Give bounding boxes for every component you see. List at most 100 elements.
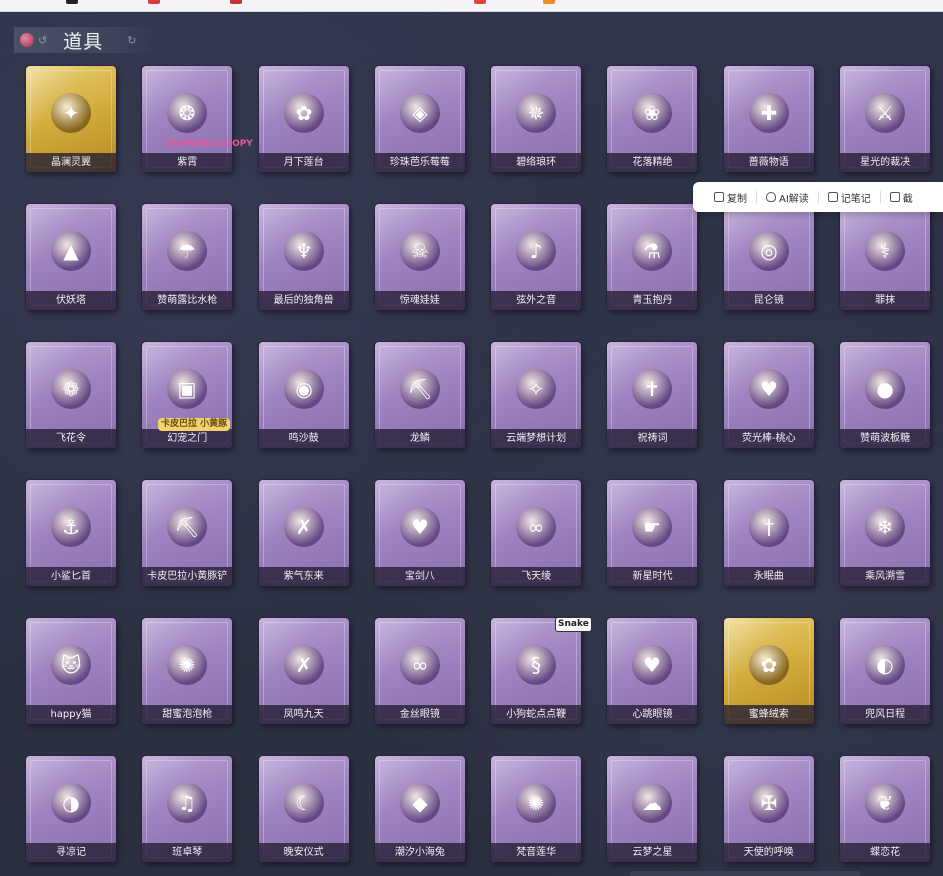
- item-card[interactable]: ♥ 心跳眼镜: [607, 618, 698, 724]
- item-card[interactable]: ⛏ 卡皮巴拉小黄豚铲: [142, 480, 233, 586]
- item-card[interactable]: ❦ 蝶恋花: [840, 756, 931, 862]
- item-label: 小鲨匕首: [26, 567, 116, 586]
- item-card[interactable]: 🐱 happy猫: [26, 618, 116, 724]
- heart-wand-icon: ♥: [740, 360, 798, 418]
- item-card[interactable]: ✝ 祝祷词: [607, 342, 698, 448]
- item-card[interactable]: ♆ 最后的独角兽: [258, 204, 349, 310]
- item-card[interactable]: ✿ 蜜蜂绒索: [723, 618, 814, 724]
- item-card[interactable]: ♪ 弦外之音: [491, 204, 582, 310]
- item-card[interactable]: ✠ 天使的呼唤: [723, 756, 814, 862]
- item-card[interactable]: ● 赞萌波板糖: [840, 342, 931, 448]
- item-label: 花落精绝: [607, 153, 698, 172]
- item-card[interactable]: ◐ 兜风日程: [840, 618, 931, 724]
- item-label: 甜蜜泡泡枪: [142, 705, 233, 724]
- flintlock-gun-icon: ⚔: [856, 84, 914, 142]
- item-card[interactable]: ✵ 碧络琅环: [491, 66, 582, 172]
- loopy-cap-icon: ◐: [856, 636, 914, 694]
- item-card[interactable]: ▲ 伏妖塔: [26, 204, 116, 310]
- snake-whip-icon: §: [507, 636, 565, 694]
- item-card[interactable]: ⚔ 星光的裁决: [840, 66, 931, 172]
- lotus-lantern-icon: ✿: [275, 84, 333, 142]
- item-card[interactable]: ♥ 宝剑八: [374, 480, 465, 586]
- item-card[interactable]: ❂ 紫霄: [142, 66, 233, 172]
- svg-text:☛: ☛: [644, 515, 662, 539]
- item-label: 卡皮巴拉小黄豚铲: [142, 567, 233, 586]
- svg-text:✦: ✦: [63, 101, 80, 125]
- item-card[interactable]: ✗ 紫气东来: [258, 480, 349, 586]
- svg-text:∞: ∞: [412, 653, 429, 677]
- item-cell: ✿ 月下莲台: [258, 66, 375, 204]
- tab-favicon-icon[interactable]: [66, 0, 78, 4]
- item-card[interactable]: ✺ 梵音莲华: [491, 756, 582, 862]
- svg-text:▲: ▲: [63, 239, 79, 263]
- item-card[interactable]: ◎ 昆仑镜: [723, 204, 814, 310]
- item-card[interactable]: § 小狗蛇点点鞭: [491, 618, 582, 724]
- item-label: 飞天绫: [491, 567, 582, 586]
- svg-text:§: §: [531, 653, 541, 677]
- item-card[interactable]: ❄ 乘风溯雪: [840, 480, 931, 586]
- item-card[interactable]: ✧ 云端梦想计划: [491, 342, 582, 448]
- item-card[interactable]: ❀ 花落精绝: [607, 66, 698, 172]
- item-card[interactable]: ☠ 惊魂娃娃: [374, 204, 465, 310]
- tab-favicon-icon[interactable]: [474, 0, 486, 4]
- item-card[interactable]: ◉ 鸣沙鼓: [258, 342, 349, 448]
- section-header: ↺ 道具 ↻: [14, 27, 156, 53]
- tab-favicon-icon[interactable]: [543, 0, 555, 4]
- item-label: 惊魂娃娃: [374, 291, 465, 310]
- capybara-shovel-icon: ⛏: [158, 498, 216, 556]
- svg-text:☠: ☠: [411, 239, 429, 263]
- item-card[interactable]: ⚓ 小鲨匕首: [26, 480, 116, 586]
- item-card[interactable]: ▣ 幻宠之门: [142, 342, 233, 448]
- item-label: 龙鳞: [374, 429, 465, 448]
- ai-explain-button[interactable]: AI解读: [757, 190, 818, 205]
- item-card[interactable]: ☛ 新星时代: [607, 480, 698, 586]
- item-label: 碧络琅环: [491, 153, 582, 172]
- item-cell: ◈ 珍珠芭乐莓莓: [374, 66, 491, 204]
- shark-dagger-icon: ⚓: [42, 498, 100, 556]
- item-card[interactable]: † 永眠曲: [723, 480, 814, 586]
- item-card[interactable]: ♥ 荧光棒-桃心: [723, 342, 814, 448]
- item-card[interactable]: ◈ 珍珠芭乐莓莓: [374, 66, 465, 172]
- item-label: 晶澜灵翼: [26, 153, 116, 172]
- item-card[interactable]: ♫ 班卓琴: [142, 756, 233, 862]
- selection-toolbar: 复制 AI解读 记笔记 截: [693, 182, 943, 212]
- svg-text:◐: ◐: [876, 653, 893, 677]
- item-card[interactable]: ⛏ 龙鳞: [374, 342, 465, 448]
- item-card[interactable]: ∞ 飞天绫: [491, 480, 582, 586]
- item-label: 兜风日程: [840, 705, 931, 724]
- item-card[interactable]: ✺ 甜蜜泡泡枪: [142, 618, 233, 724]
- unicorn-cloud-icon: ☁: [623, 774, 681, 832]
- tab-favicon-icon[interactable]: [230, 0, 242, 4]
- screenshot-button[interactable]: 截: [881, 190, 922, 205]
- item-cell: ⚗ 青玉抱丹: [607, 204, 723, 342]
- svg-text:♫: ♫: [178, 791, 196, 815]
- item-card[interactable]: ✿ 月下莲台: [258, 66, 349, 172]
- item-card[interactable]: ✚ 蔷薇物语: [723, 66, 814, 172]
- item-card[interactable]: ❁ 飞花令: [26, 342, 116, 448]
- item-card[interactable]: ☾ 晚安仪式: [258, 756, 349, 862]
- take-note-button[interactable]: 记笔记: [819, 190, 880, 205]
- item-card[interactable]: ◆ 潮汐小海兔: [374, 756, 465, 862]
- item-card[interactable]: ⚕ 罪抹: [840, 204, 931, 310]
- item-card[interactable]: ☁ 云梦之星: [607, 756, 698, 862]
- tab-favicon-icon[interactable]: [148, 0, 160, 4]
- item-card[interactable]: ◑ 寻凉记: [26, 756, 116, 862]
- copy-button[interactable]: 复制: [705, 190, 756, 205]
- svg-text:✝: ✝: [644, 377, 661, 401]
- item-label: 星光的裁决: [840, 153, 931, 172]
- dreamcatcher-icon: ◉: [275, 360, 333, 418]
- item-label: 罪抹: [840, 291, 931, 310]
- cloud-icon: [766, 192, 776, 202]
- item-card[interactable]: ☂ 赞萌露比水枪: [142, 204, 233, 310]
- item-card[interactable]: ⚗ 青玉抱丹: [607, 204, 698, 310]
- svg-text:♪: ♪: [530, 239, 543, 263]
- item-card[interactable]: ✦ 晶澜灵翼: [26, 66, 116, 172]
- svg-text:✺: ✺: [528, 791, 545, 815]
- svg-text:◆: ◆: [412, 791, 428, 815]
- item-card[interactable]: ∞ 金丝眼镜: [374, 618, 465, 724]
- item-cell: ∞ 金丝眼镜: [374, 618, 491, 756]
- amulet-necklace-icon: ❂: [158, 84, 216, 142]
- scrollbar-hint[interactable]: [630, 871, 860, 876]
- item-card[interactable]: ✗ 凤鸣九天: [258, 618, 349, 724]
- golden-pagoda-icon: ▲: [42, 222, 100, 280]
